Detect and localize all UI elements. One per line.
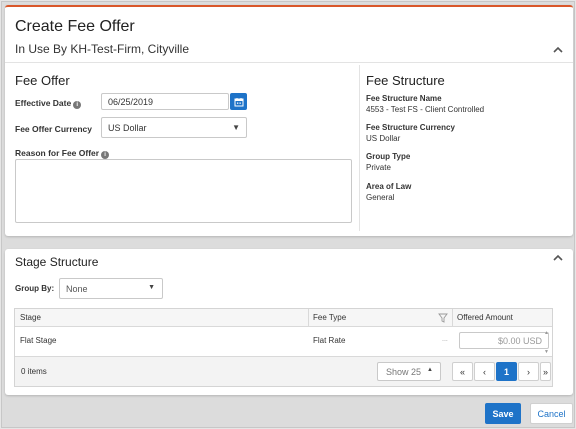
effective-date-label: Effective Date i	[15, 98, 82, 109]
fee-type-cell: Flat Rate	[313, 336, 346, 345]
scroll-up-icon[interactable]: ▲	[544, 330, 549, 336]
group-by-label: Group By:	[15, 284, 55, 293]
fee-offer-currency-value: US Dollar	[108, 122, 147, 133]
page-1-button[interactable]: 1	[496, 362, 517, 381]
offered-amount-input[interactable]: $0.00 USD	[459, 332, 549, 349]
save-button[interactable]: Save	[485, 403, 521, 424]
info-icon[interactable]: i	[73, 101, 82, 109]
group-type-label: Group Type	[366, 152, 411, 161]
stage-structure-heading: Stage Structure	[15, 255, 99, 269]
stage-cell: Flat Stage	[20, 336, 57, 345]
fee-offer-currency-label: Fee Offer Currency	[15, 124, 92, 134]
section-divider	[359, 65, 360, 231]
page-subtitle: In Use By KH-Test-Firm, Cityville	[15, 42, 190, 56]
group-by-select[interactable]: None ▼	[59, 278, 163, 299]
caret-up-icon: ▲	[427, 367, 433, 373]
cancel-button[interactable]: Cancel	[530, 403, 573, 424]
page-size-value: Show 25	[386, 366, 422, 377]
group-type-value: Private	[366, 163, 391, 172]
effective-date-input[interactable]: 06/25/2019	[101, 93, 229, 110]
items-count: 0 items	[21, 367, 47, 376]
column-header-stage[interactable]: Stage	[15, 309, 308, 327]
caret-down-icon: ▼	[148, 284, 155, 291]
caret-down-icon: ▼	[232, 123, 240, 132]
fee-structure-currency-label: Fee Structure Currency	[366, 123, 455, 132]
last-page-button[interactable]: »	[540, 362, 551, 381]
create-fee-offer-dialog: Create Fee Offer In Use By KH-Test-Firm,…	[1, 1, 575, 428]
fee-offer-heading: Fee Offer	[15, 73, 70, 88]
area-of-law-label: Area of Law	[366, 182, 412, 191]
column-header-offered-amount[interactable]: Offered Amount	[452, 309, 552, 327]
grid-header: Stage Fee Type Offered Amount	[15, 309, 552, 327]
header-divider	[5, 62, 573, 63]
info-icon[interactable]: i	[101, 151, 110, 159]
fee-structure-currency-value: US Dollar	[366, 134, 401, 143]
fee-structure-name-value: 4553 - Test FS - Client Controlled	[366, 105, 485, 114]
reason-label-text: Reason for Fee Offer	[15, 148, 100, 158]
stage-structure-card: Stage Structure Group By: None ▼ Stage F…	[5, 249, 573, 395]
fee-offer-card: Create Fee Offer In Use By KH-Test-Firm,…	[5, 5, 573, 236]
effective-date-value: 06/25/2019	[108, 96, 154, 107]
grid-scrollbar[interactable]: ▲ ▼	[543, 328, 550, 356]
calendar-icon	[234, 97, 243, 106]
collapse-chevron-up-icon[interactable]	[551, 251, 565, 265]
page-title: Create Fee Offer	[15, 18, 135, 35]
reason-textarea[interactable]	[15, 159, 352, 223]
group-by-value: None	[66, 283, 88, 294]
reason-label: Reason for Fee Offer i	[15, 148, 110, 159]
effective-date-label-text: Effective Date	[15, 98, 72, 108]
page-size-select[interactable]: Show 25 ▲	[377, 362, 441, 381]
next-page-button[interactable]: ›	[518, 362, 539, 381]
offered-amount-value: $0.00 USD	[497, 335, 542, 346]
previous-page-button[interactable]: ‹	[474, 362, 495, 381]
column-header-fee-type[interactable]: Fee Type	[308, 309, 453, 327]
stage-grid: Stage Fee Type Offered Amount Flat Stage…	[14, 308, 553, 387]
first-page-button[interactable]: «	[452, 362, 473, 381]
scroll-down-icon[interactable]: ▼	[544, 349, 549, 355]
filter-icon[interactable]	[438, 313, 448, 326]
fee-structure-name-label: Fee Structure Name	[366, 94, 442, 103]
more-indicator: ...	[442, 336, 448, 343]
area-of-law-value: General	[366, 193, 395, 202]
grid-pager: 0 items Show 25 ▲ « ‹ 1 › »	[15, 356, 552, 386]
fee-structure-heading: Fee Structure	[366, 73, 445, 88]
calendar-button[interactable]	[230, 93, 247, 110]
fee-offer-currency-select[interactable]: US Dollar ▼	[101, 117, 247, 138]
collapse-chevron-up-icon[interactable]	[551, 43, 565, 57]
